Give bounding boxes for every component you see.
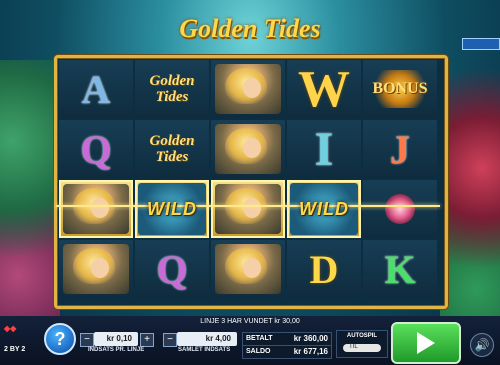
symbol-letter-q: Q [156,246,188,292]
symbol-cell: Q [59,120,133,178]
provider-logo-icon: ◆◆ [4,324,17,333]
symbol-cell: W [287,60,361,118]
autoplay-label: AUTOSPIL [346,333,378,339]
symbol-cell: I [287,120,361,178]
symbol-cell [59,240,133,298]
balance-label: SALDO [246,348,271,355]
symbol-mermaid [215,124,281,174]
golden-tides-line1: Golden [149,73,195,89]
reel-grid: A Golden Tides W BONUS Q Golden Tides I J … [59,60,439,300]
autoplay-toggle[interactable]: TIL [343,344,381,352]
total-bet-label: SAMLET INDSATS [178,347,231,353]
help-button[interactable]: ? [44,323,76,355]
golden-tides-line1: Golden [149,133,195,149]
line-bet-plus-button[interactable]: + [140,333,154,347]
line-bet-display: kr 0,10 [94,332,138,346]
symbol-mermaid [215,184,281,234]
coral-left-decoration [0,60,60,330]
symbol-cell-winning [211,180,285,238]
symbol-cell [363,180,437,238]
symbol-letter-w: W [298,60,350,118]
line-bet-value: kr 0,10 [106,334,132,343]
symbol-letter-i: I [314,122,334,176]
symbol-letter-d: D [309,246,339,292]
symbol-cell-winning [59,180,133,238]
paid-value: kr 360,00 [293,334,328,343]
golden-tides-line2: Tides [155,149,189,165]
symbol-golden-tides: Golden Tides [150,73,195,105]
symbol-cell: Q [135,240,209,298]
total-bet-minus-button[interactable]: − [163,333,177,347]
symbol-letter-j: J [390,126,410,172]
symbol-cell: Golden Tides [135,60,209,118]
total-bet-display: kr 4,00 [177,332,237,346]
autoplay-toggle-label: TIL [349,344,358,350]
symbol-cell: D [287,240,361,298]
game-logo: Golden Tides [150,14,350,50]
symbol-cell [211,120,285,178]
golden-tides-line2: Tides [155,89,189,105]
provider-logo-text: 2 BY 2 [4,346,26,353]
symbol-flower [385,194,415,224]
paid-label: BETALT [246,335,273,342]
symbol-cell-winning: WILD [135,180,209,238]
symbol-golden-tides: Golden Tides [150,133,195,165]
symbol-cell: Golden Tides [135,120,209,178]
winning-payline [56,205,440,207]
line-bet-label: INDSATS PR. LINJE [88,347,145,353]
symbol-wild: WILD [299,198,349,219]
symbol-letter-k: K [384,246,416,292]
symbol-cell: BONUS [363,60,437,118]
sound-icon[interactable]: 🔊 [470,333,494,357]
symbol-wild: WILD [147,198,197,219]
symbol-letter-q: Q [80,126,112,172]
symbol-mermaid [215,244,281,294]
symbol-mermaid [63,184,129,234]
symbol-cell [211,60,285,118]
symbol-mermaid [63,244,129,294]
balance-value: kr 677,16 [293,347,328,356]
symbol-cell [211,240,285,298]
autoplay-control[interactable]: AUTOSPIL TIL [336,330,388,358]
total-bet-value: kr 4,00 [205,334,231,343]
play-icon [417,332,435,354]
symbol-cell: J [363,120,437,178]
symbol-cell: A [59,60,133,118]
paid-display: BETALT kr 360,00 [242,332,332,346]
symbol-bonus: BONUS [368,70,432,108]
symbol-cell-winning: WILD [287,180,361,238]
coral-right-decoration [440,60,500,330]
line-bet-minus-button[interactable]: − [80,333,94,347]
game-title: Golden Tides [179,14,321,43]
symbol-letter-a: A [81,66,111,112]
symbol-cell: K [363,240,437,298]
symbol-mermaid [215,64,281,114]
spin-button[interactable] [391,322,461,364]
side-menu-tab[interactable] [462,38,500,50]
win-message: LINJE 3 HAR VUNDET kr 30,00 [200,318,300,325]
balance-display: SALDO kr 677,16 [242,345,332,359]
